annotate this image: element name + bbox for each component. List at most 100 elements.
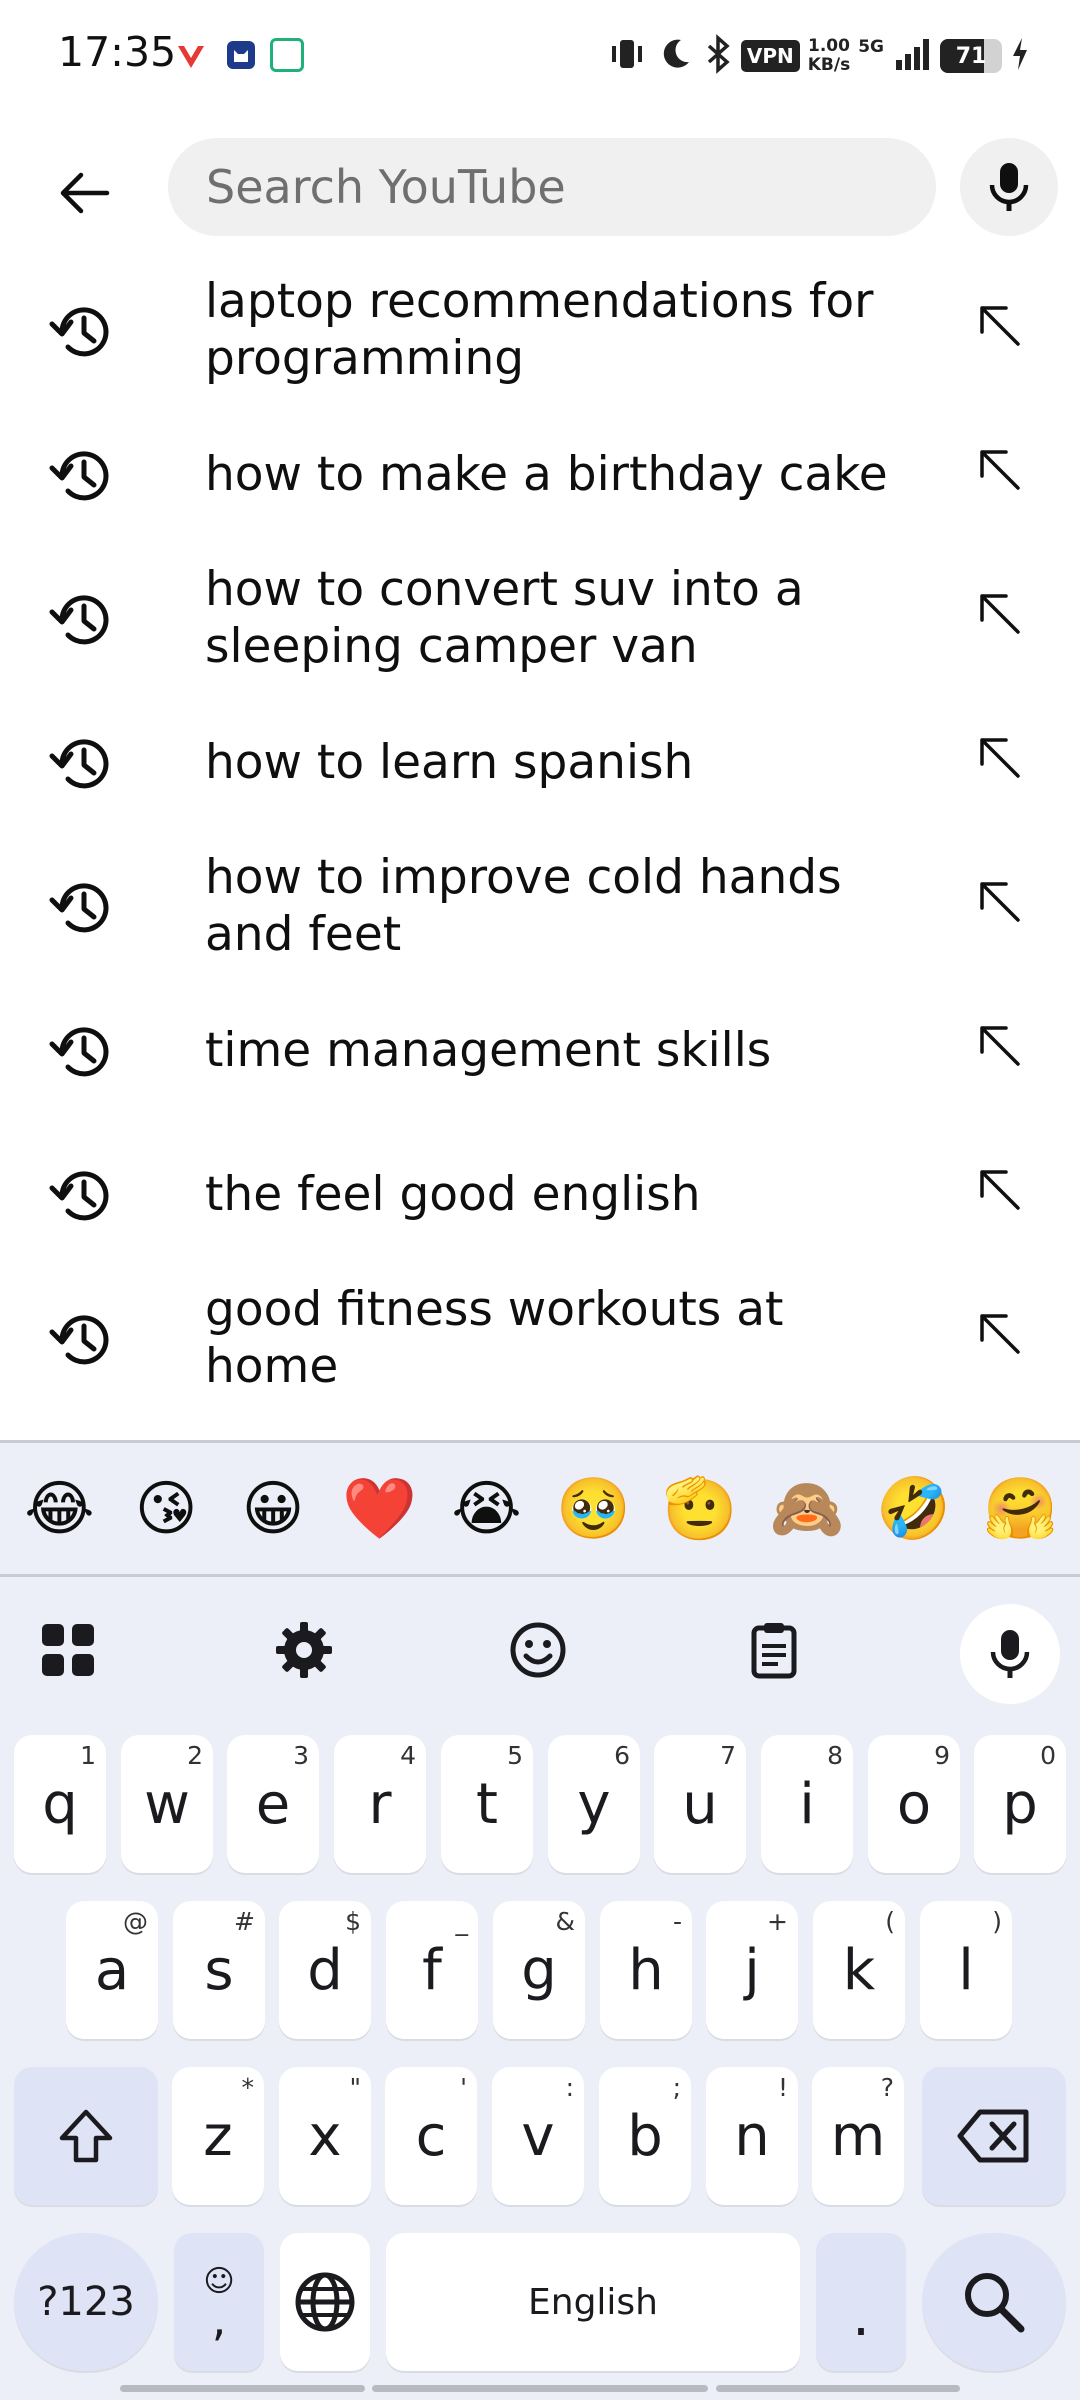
letter-key[interactable]: $ d xyxy=(279,1901,371,2039)
space-bar[interactable]: English xyxy=(386,2233,800,2371)
key-label: s xyxy=(204,1937,234,2003)
letter-key[interactable]: 7u xyxy=(654,1735,746,1873)
key-label: x xyxy=(308,2103,342,2169)
letter-key[interactable]: 1q xyxy=(14,1735,106,1873)
letter-key[interactable]: ; b xyxy=(599,2067,691,2205)
history-icon xyxy=(48,298,116,366)
emoji-suggestion[interactable]: 🤣 xyxy=(864,1473,964,1544)
letter-key[interactable]: 5t xyxy=(441,1735,533,1873)
letter-key[interactable]: ) l xyxy=(920,1901,1012,2039)
insert-query-arrow-icon[interactable] xyxy=(974,876,1026,928)
insert-query-arrow-icon[interactable] xyxy=(974,444,1026,496)
keyboard-settings-button[interactable] xyxy=(272,1618,336,1682)
search-box[interactable] xyxy=(168,138,936,236)
letter-key[interactable]: _ f xyxy=(386,1901,478,2039)
insert-query-arrow-icon[interactable] xyxy=(974,732,1026,784)
insert-query-arrow-icon[interactable] xyxy=(974,588,1026,640)
key-hint: @ xyxy=(123,1907,148,1936)
emoji-suggestion[interactable]: 😂 xyxy=(9,1474,109,1544)
suggestion-text: how to make a birthday cake xyxy=(205,446,888,502)
history-suggestion-item[interactable]: how to learn spanish xyxy=(0,690,1080,834)
shift-key[interactable] xyxy=(14,2067,158,2205)
key-hint: 9 xyxy=(934,1741,950,1770)
history-suggestion-item[interactable]: time management skills xyxy=(0,978,1080,1122)
shift-arrow-icon xyxy=(59,2109,113,2163)
gesture-bar-segment xyxy=(372,2385,708,2392)
emoji-suggestion[interactable]: 😘 xyxy=(116,1474,216,1544)
emoji-suggestion[interactable]: 😭 xyxy=(437,1474,537,1544)
letter-key[interactable]: -h xyxy=(600,1901,692,2039)
gesture-bar-segment xyxy=(716,2385,960,2392)
period-key[interactable]: . xyxy=(816,2233,906,2371)
insert-query-arrow-icon[interactable] xyxy=(974,1164,1026,1216)
history-suggestion-item[interactable]: laptop recommendations for programming xyxy=(0,258,1080,402)
letter-key[interactable]: " x xyxy=(279,2067,371,2205)
clipboard-button[interactable] xyxy=(742,1618,806,1682)
app-notification-icon xyxy=(174,38,208,72)
letter-key[interactable]: :v xyxy=(492,2067,584,2205)
emoji-suggestion[interactable]: 😀 xyxy=(223,1474,323,1544)
letter-key[interactable]: & g xyxy=(493,1901,585,2039)
keyboard-voice-input-button[interactable] xyxy=(960,1604,1060,1704)
key-label: n xyxy=(734,2103,770,2169)
network-type: 5G xyxy=(858,37,884,57)
battery-indicator: 71 xyxy=(940,39,1002,73)
gear-icon xyxy=(276,1622,332,1678)
language-switch-key[interactable] xyxy=(280,2233,370,2371)
letter-key[interactable]: * z xyxy=(172,2067,264,2205)
letter-key[interactable]: 4r xyxy=(334,1735,426,1873)
symbols-key[interactable]: ?123 xyxy=(14,2233,158,2371)
backspace-key[interactable] xyxy=(922,2067,1066,2205)
insert-query-arrow-icon[interactable] xyxy=(974,300,1026,352)
letter-key[interactable]: + j xyxy=(706,1901,798,2039)
history-suggestion-item[interactable]: good fitness workouts at home xyxy=(0,1266,1080,1410)
key-hint: ' xyxy=(460,2073,467,2102)
key-hint: ( xyxy=(885,1907,895,1936)
letter-key[interactable]: 3e xyxy=(227,1735,319,1873)
emoji-suggestion[interactable]: 🫡 xyxy=(650,1473,750,1544)
letter-key[interactable]: 9o xyxy=(868,1735,960,1873)
letter-key[interactable]: ' c xyxy=(385,2067,477,2205)
search-action-key[interactable] xyxy=(922,2233,1066,2371)
letter-key[interactable]: ! n xyxy=(706,2067,798,2205)
key-hint: 0 xyxy=(1040,1741,1056,1770)
history-suggestion-item[interactable]: the feel good english xyxy=(0,1122,1080,1266)
backspace-icon xyxy=(957,2109,1029,2163)
emoji-keyboard-button[interactable] xyxy=(506,1618,570,1682)
letter-key[interactable]: ? m xyxy=(812,2067,904,2205)
letter-key[interactable]: @ a xyxy=(66,1901,158,2039)
letter-key[interactable]: (k xyxy=(813,1901,905,2039)
apps-grid-button[interactable] xyxy=(36,1618,100,1682)
history-suggestion-item[interactable]: how to make a birthday cake xyxy=(0,402,1080,546)
green-app-notification-icon xyxy=(270,38,304,72)
search-history-list: laptop recommendations for programming ho… xyxy=(0,258,1080,1410)
search-input[interactable] xyxy=(206,160,936,214)
key-hint: $ xyxy=(345,1907,361,1936)
suggestion-text: how to learn spanish xyxy=(205,734,694,790)
history-suggestion-item[interactable]: how to convert suv into a sleeping campe… xyxy=(0,546,1080,690)
emoji-suggestion[interactable]: ❤️ xyxy=(330,1473,430,1544)
history-suggestion-item[interactable]: how to improve cold hands and feet xyxy=(0,834,1080,978)
history-icon xyxy=(48,442,116,510)
insert-query-arrow-icon[interactable] xyxy=(974,1308,1026,1360)
letter-key[interactable]: # s xyxy=(173,1901,265,2039)
letter-key[interactable]: 0p xyxy=(974,1735,1066,1873)
emoji-suggestion[interactable]: 🥹 xyxy=(543,1473,643,1544)
emoji-suggestion[interactable]: 🤗 xyxy=(971,1473,1071,1544)
key-hint: - xyxy=(672,1907,682,1936)
key-label: j xyxy=(744,1937,760,2003)
insert-query-arrow-icon[interactable] xyxy=(974,1020,1026,1072)
vibrate-icon xyxy=(607,34,647,78)
letter-key[interactable]: 2w xyxy=(121,1735,213,1873)
key-label: h xyxy=(628,1937,664,2003)
back-button[interactable] xyxy=(40,148,130,238)
history-icon xyxy=(48,1018,116,1086)
status-time: 17:35 xyxy=(58,28,177,76)
emoji-comma-key[interactable]: ☺ , xyxy=(174,2233,264,2371)
key-hint: 6 xyxy=(614,1741,630,1770)
letter-key[interactable]: 8i xyxy=(761,1735,853,1873)
emoji-suggestion[interactable]: 🙈 xyxy=(757,1473,857,1544)
voice-search-button[interactable] xyxy=(960,138,1058,236)
search-icon xyxy=(965,2273,1025,2333)
letter-key[interactable]: 6y xyxy=(548,1735,640,1873)
